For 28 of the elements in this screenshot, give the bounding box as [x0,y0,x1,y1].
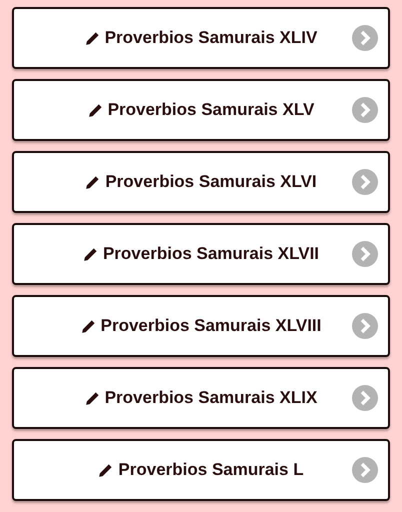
item-label: Proverbios Samurais XLIV [104,27,318,50]
pencil-icon [88,102,103,118]
pencil-icon [82,246,98,262]
list-item[interactable]: Proverbios Samurais L [12,439,390,501]
pencil-icon [85,174,100,190]
chevron-right-icon [352,97,378,123]
pencil-icon [84,30,100,46]
chevron-right-icon [352,457,378,483]
pencil-icon [98,462,114,478]
item-label: Proverbios Samurais XLV [108,99,314,122]
list-item[interactable]: Proverbios Samurais XLIX [12,367,390,429]
item-label: Proverbios Samurais L [118,459,304,482]
item-label: Proverbios Samurais XLIX [104,387,318,410]
chevron-right-icon [352,385,378,411]
pencil-icon [84,390,100,406]
list-item[interactable]: Proverbios Samurais XLV [12,79,390,141]
item-label: Proverbios Samurais XLVIII [100,315,322,338]
list-item[interactable]: Proverbios Samurais XLVII [12,223,390,285]
list-item[interactable]: Proverbios Samurais XLVI [12,151,390,213]
chevron-right-icon [352,241,378,267]
item-label: Proverbios Samurais XLVII [102,243,320,266]
chevron-right-icon [352,313,378,339]
pencil-icon [80,318,96,334]
list-item[interactable]: Proverbios Samurais XLVIII [12,295,390,357]
list-item[interactable]: Proverbios Samurais XLIV [12,7,390,69]
chevron-right-icon [352,25,378,51]
chevron-right-icon [352,169,378,195]
item-label: Proverbios Samurais XLVI [105,171,317,194]
